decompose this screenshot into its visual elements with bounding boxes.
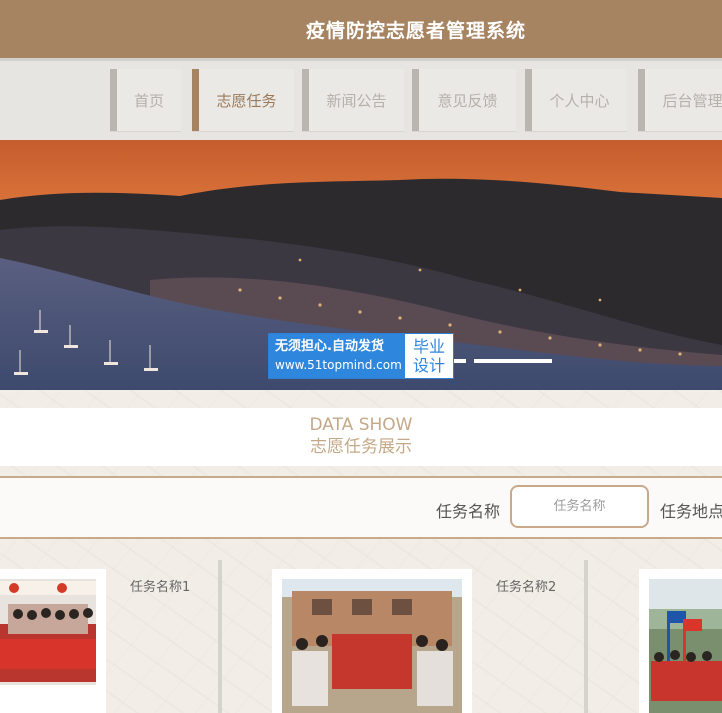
section-title-en: DATA SHOW <box>309 415 413 435</box>
site-header: 疫情防控志愿者管理系统 <box>0 0 722 58</box>
nav-item-admin[interactable]: 后台管理 <box>638 69 722 131</box>
section-heading: DATA SHOW 志愿任务展示 <box>0 408 722 466</box>
nav-item-home[interactable]: 首页 <box>110 69 181 131</box>
task-location-label: 任务地点 <box>660 502 722 521</box>
nav-item-news[interactable]: 新闻公告 <box>302 69 404 131</box>
slider-indicator[interactable] <box>474 359 552 363</box>
section-title-cn: 志愿任务展示 <box>310 437 412 457</box>
watermark-text-right2: 设计 <box>412 356 445 375</box>
task-card-image[interactable] <box>272 569 472 713</box>
card-divider <box>584 560 588 713</box>
task-card-image[interactable] <box>0 569 106 713</box>
nav-item-feedback[interactable]: 意见反馈 <box>412 69 516 131</box>
watermark-text-line2: www.51topmind.com <box>275 358 402 372</box>
slider-dot[interactable] <box>454 359 466 363</box>
task-name-input[interactable] <box>510 485 649 528</box>
main-nav: 首页 志愿任务 新闻公告 意见反馈 个人中心 后台管理 <box>0 58 722 143</box>
watermark-badge: 无须担心.自动发货 www.51topmind.com 毕业 设计 <box>268 333 454 379</box>
task-card-name[interactable]: 任务名称2 <box>496 576 556 595</box>
task-card-name[interactable]: 任务名称1 <box>130 576 190 595</box>
watermark-text-right1: 毕业 <box>412 337 445 356</box>
task-name-label: 任务名称 <box>436 502 501 521</box>
task-card-image[interactable] <box>639 569 722 713</box>
nav-item-profile[interactable]: 个人中心 <box>525 69 627 131</box>
nav-item-tasks[interactable]: 志愿任务 <box>192 69 294 131</box>
card-divider <box>218 560 222 713</box>
watermark-text-line1: 无须担心.自动发货 <box>275 339 384 354</box>
search-bar: 任务名称 任务地点 <box>0 476 722 539</box>
site-title: 疫情防控志愿者管理系统 <box>305 19 526 42</box>
